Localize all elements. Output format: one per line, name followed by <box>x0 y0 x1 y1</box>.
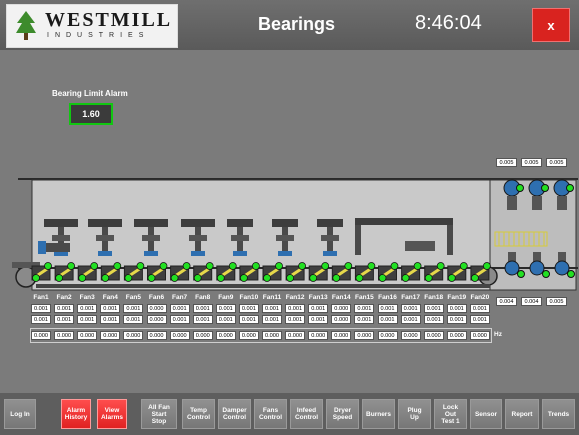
bearing-value: 0.001 <box>469 315 490 324</box>
fan-label: Fan16 <box>378 294 397 301</box>
blower-bearing-value: 0.004 <box>496 297 517 306</box>
bearing-value: 0.001 <box>192 304 213 313</box>
bearing-value: 0.001 <box>354 304 375 313</box>
bearing-value: 0.001 <box>100 304 121 313</box>
bearing-value: 0.001 <box>169 315 190 324</box>
nav-button-log-in[interactable]: Log In <box>4 399 36 429</box>
bearing-value: 0.001 <box>400 304 421 313</box>
bearing-value: 0.001 <box>77 304 98 313</box>
fan-label: Fan8 <box>195 294 211 301</box>
bearing-value: 0.001 <box>423 304 444 313</box>
bearing-value: 0.000 <box>331 315 352 324</box>
bearing-value: 0.001 <box>446 315 467 324</box>
fan-label: Fan2 <box>56 294 72 301</box>
bearing-value: 0.001 <box>285 315 306 324</box>
bearing-value: 0.001 <box>262 315 282 324</box>
bearing-value: 0.001 <box>31 315 51 324</box>
fan-label: Fan13 <box>308 294 328 301</box>
hz-row-frame <box>30 328 492 343</box>
nav-button-lock-out-test-1[interactable]: Lock Out Test 1 <box>434 399 467 429</box>
bearing-value: 0.001 <box>77 315 98 324</box>
blower-bearing-value: 0.005 <box>546 297 567 306</box>
bearing-value: 0.001 <box>169 304 190 313</box>
blower-bearing-value: 0.005 <box>546 158 567 167</box>
bearing-value: 0.001 <box>123 304 144 313</box>
blower-bearing-value: 0.005 <box>496 158 517 167</box>
bearing-value: 0.001 <box>123 315 144 324</box>
bearing-value: 0.001 <box>54 304 75 313</box>
nav-button-sensor[interactable]: Sensor <box>470 399 502 429</box>
fan-label: Fan6 <box>148 294 165 301</box>
fan-label: Fan10 <box>239 294 259 301</box>
fan-label: Fan12 <box>285 294 305 301</box>
fan-label: Fan11 <box>262 294 282 301</box>
footer-nav: Log In Alarm History View Alarms All Fan St… <box>0 393 579 435</box>
fan-label: Fan7 <box>172 294 188 301</box>
bearing-value: 0.001 <box>400 315 421 324</box>
fan-label: Fan1 <box>33 294 49 301</box>
bearing-value: 0.001 <box>446 304 467 313</box>
nav-button-trends[interactable]: Trends <box>542 399 575 429</box>
bearing-value: 0.001 <box>377 304 398 313</box>
nav-button-plug-up[interactable]: Plug Up <box>398 399 431 429</box>
bearing-value: 0.001 <box>262 304 282 313</box>
nav-button-infeed-control[interactable]: Infeed Control <box>290 399 323 429</box>
bearing-value: 0.001 <box>192 315 213 324</box>
bearing-value: 0.001 <box>100 315 121 324</box>
bearing-value: 0.001 <box>423 315 444 324</box>
fan-label: Fan4 <box>102 294 118 301</box>
fan-label: Fan9 <box>218 294 234 301</box>
bearing-value: 0.001 <box>215 304 236 313</box>
blower-bearing-value: 0.005 <box>521 158 542 167</box>
fan-label: Fan18 <box>424 294 444 301</box>
blower-bearing-value: 0.004 <box>521 297 542 306</box>
fan-label: Fan3 <box>79 294 95 301</box>
nav-button-report[interactable]: Report <box>505 399 539 429</box>
bearing-value: 0.000 <box>146 304 167 313</box>
bearing-value: 0.001 <box>238 315 259 324</box>
bearing-value: 0.001 <box>469 304 490 313</box>
bearing-value: 0.001 <box>377 315 398 324</box>
nav-button-fans-control[interactable]: Fans Control <box>254 399 287 429</box>
nav-button-view-alarms[interactable]: View Alarms <box>97 399 127 429</box>
dryer-diagram <box>12 178 578 291</box>
fan-label: Fan20 <box>470 294 490 301</box>
nav-button-all-fan-start-stop[interactable]: All Fan Start Stop <box>141 399 177 429</box>
fan-label: Fan5 <box>125 294 141 301</box>
bearing-value: 0.000 <box>331 304 352 313</box>
bearing-value: 0.001 <box>308 304 329 313</box>
nav-button-burners[interactable]: Burners <box>362 399 395 429</box>
bearing-value: 0.001 <box>54 315 75 324</box>
bearing-value: 0.001 <box>308 315 329 324</box>
hz-unit-label: Hz <box>494 331 502 338</box>
bearing-value: 0.001 <box>31 304 51 313</box>
fan-label: Fan17 <box>401 294 420 301</box>
fan-label: Fan14 <box>331 294 351 301</box>
fan-label: Fan19 <box>447 294 467 301</box>
bearing-value: 0.001 <box>215 315 236 324</box>
bearing-value: 0.001 <box>285 304 306 313</box>
bearing-value: 0.001 <box>238 304 259 313</box>
nav-button-temp-control[interactable]: Temp Control <box>182 399 215 429</box>
nav-button-dryer-speed[interactable]: Dryer Speed <box>326 399 359 429</box>
bearing-value: 0.000 <box>146 315 167 324</box>
fan-label: Fan15 <box>354 294 374 301</box>
bearing-value: 0.001 <box>354 315 375 324</box>
nav-button-alarm-history[interactable]: Alarm History <box>61 399 91 429</box>
nav-button-damper-control[interactable]: Damper Control <box>218 399 251 429</box>
